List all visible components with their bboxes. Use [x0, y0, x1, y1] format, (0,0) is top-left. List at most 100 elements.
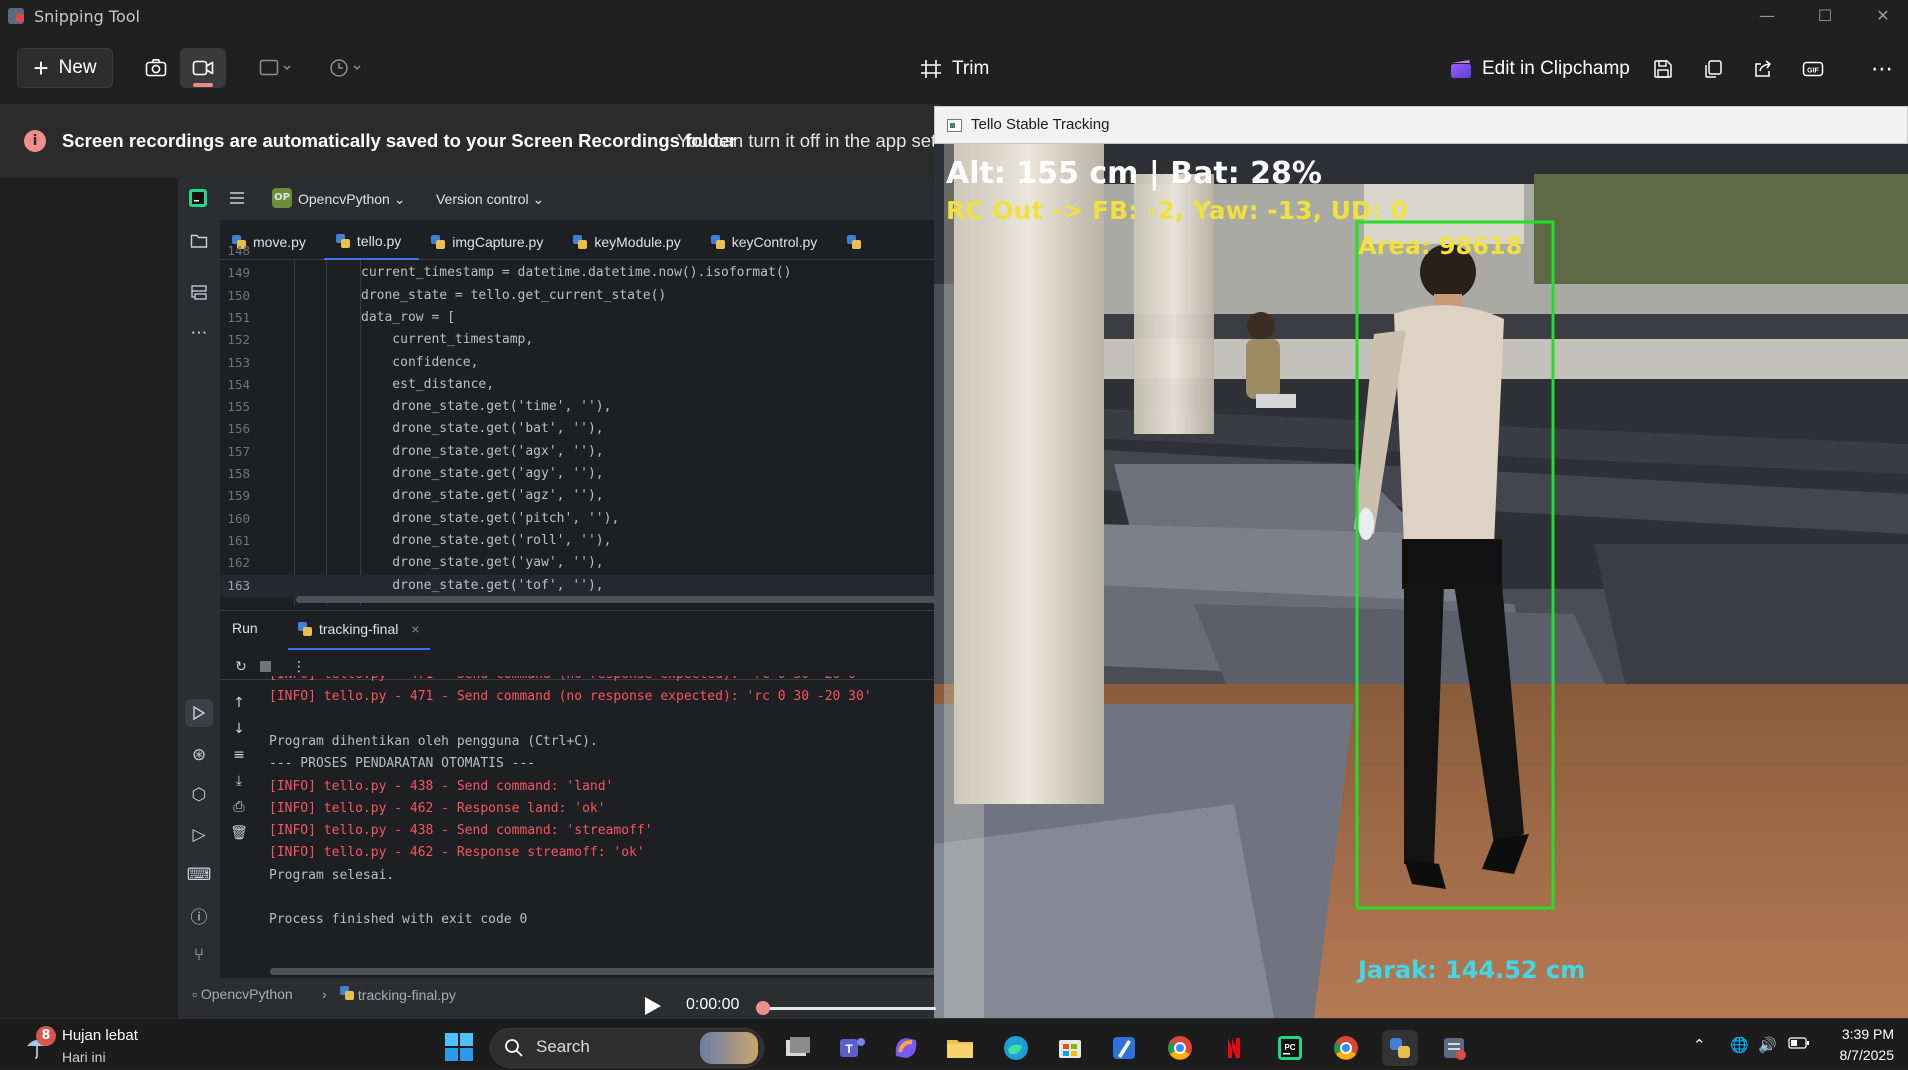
- breadcrumb-file[interactable]: tracking-final.py: [340, 986, 456, 1003]
- git-icon[interactable]: ⑂: [178, 940, 220, 970]
- code-line[interactable]: 159 drone_state.get('agz', ''),: [220, 485, 940, 507]
- maximize-button[interactable]: ☐: [1796, 0, 1854, 34]
- copilot-icon[interactable]: [888, 1030, 924, 1066]
- line-number: 149: [227, 265, 250, 281]
- info-icon: i: [24, 130, 46, 152]
- play-button[interactable]: [640, 994, 664, 1018]
- scroll-up-icon[interactable]: ↑: [226, 692, 252, 714]
- code-line[interactable]: 154 est_distance,: [220, 374, 940, 396]
- taskbar-date[interactable]: 8/7/2025: [1820, 1047, 1895, 1063]
- edge-icon[interactable]: [998, 1030, 1034, 1066]
- code-line[interactable]: 163 drone_state.get('tof', ''),: [220, 574, 940, 597]
- project-folder-icon[interactable]: [178, 226, 220, 256]
- run-console[interactable]: [INFO] tello.py - 471 - Send command (no…: [252, 676, 940, 972]
- code-line[interactable]: 148: [220, 240, 940, 262]
- console-horizontal-scrollbar[interactable]: [270, 968, 940, 975]
- run-config-tab[interactable]: tracking-final ×: [288, 610, 430, 650]
- file-explorer-icon[interactable]: [942, 1030, 978, 1066]
- battery-icon[interactable]: [1788, 1036, 1810, 1054]
- code-line[interactable]: 150 drone_state = tello.get_current_state…: [220, 285, 940, 307]
- trim-button[interactable]: Trim: [920, 50, 989, 88]
- code-line[interactable]: 158 drone_state.get('agy', ''),: [220, 463, 940, 485]
- netflix-icon[interactable]: [1216, 1030, 1252, 1066]
- code-line[interactable]: 160 drone_state.get('pitch', ''),: [220, 508, 940, 530]
- start-button[interactable]: [442, 1030, 476, 1064]
- code-line[interactable]: 161 drone_state.get('roll', ''),: [220, 530, 940, 552]
- breadcrumb-project[interactable]: ▫ OpencvPython: [192, 986, 293, 1002]
- store-icon[interactable]: [1052, 1030, 1088, 1066]
- line-number: 153: [227, 354, 250, 370]
- stop-icon[interactable]: [260, 661, 271, 672]
- new-label: New: [58, 57, 97, 78]
- line-number: 158: [227, 466, 250, 481]
- snipping-tool-taskbar-icon[interactable]: [1436, 1030, 1472, 1066]
- python-packages-icon[interactable]: ⬡: [178, 780, 220, 810]
- show-hidden-icons-icon[interactable]: ⌃: [1693, 1036, 1706, 1054]
- chevron-down-icon: ⌄: [532, 191, 545, 207]
- snip-shape-dropdown[interactable]: [254, 48, 298, 88]
- line-number: 156: [227, 421, 250, 437]
- project-name: OpencvPython: [298, 191, 390, 207]
- teams-icon[interactable]: T: [834, 1030, 870, 1066]
- version-control-selector[interactable]: Version control ⌄: [436, 191, 544, 208]
- network-icon[interactable]: 🌐: [1730, 1036, 1749, 1054]
- copy-button[interactable]: [1693, 50, 1733, 88]
- screenshot-mode-button[interactable]: [136, 48, 176, 88]
- chrome-icon[interactable]: [1162, 1030, 1198, 1066]
- rectangle-snip-icon: [259, 59, 291, 76]
- python-taskbar-icon[interactable]: [1382, 1030, 1418, 1066]
- hud-altitude-battery: Alt: 155 cm | Bat: 28%: [946, 156, 1322, 191]
- main-menu-icon[interactable]: [228, 189, 246, 211]
- seek-bar[interactable]: [756, 1000, 936, 1016]
- problems-icon[interactable]: ⓘ: [178, 900, 220, 930]
- run-tool-icon[interactable]: [178, 698, 220, 728]
- code-line[interactable]: 162 drone_state.get('yaw', ''),: [220, 552, 940, 574]
- info-message-text: You can turn it off in the app sett: [677, 130, 942, 151]
- weather-condition[interactable]: Hujan lebat: [62, 1027, 138, 1044]
- close-button[interactable]: ✕: [1854, 0, 1908, 34]
- services-icon[interactable]: ▷: [178, 820, 220, 850]
- code-line[interactable]: 151 data_row = [: [220, 307, 940, 329]
- minimize-button[interactable]: —: [1738, 0, 1796, 34]
- code-line[interactable]: 155 drone_state.get('time', ''),: [220, 396, 940, 418]
- scroll-to-end-icon[interactable]: ⤓: [226, 770, 252, 792]
- more-icon[interactable]: ⋮: [286, 656, 312, 678]
- code-line[interactable]: 149 current_timestamp = datetime.datetime…: [220, 262, 940, 284]
- code-editor[interactable]: 148 149 current_timestamp = datetime.datet…: [220, 243, 940, 606]
- volume-icon[interactable]: 🔊: [1758, 1036, 1777, 1054]
- seek-track: [762, 1007, 936, 1010]
- soft-wrap-icon[interactable]: ≡: [226, 744, 252, 766]
- drawing-app-icon[interactable]: [1106, 1030, 1142, 1066]
- trash-icon[interactable]: 🗑: [226, 822, 252, 844]
- code-line[interactable]: 152 current_timestamp,: [220, 329, 940, 351]
- line-number: 148: [227, 243, 250, 258]
- project-selector[interactable]: OpencvPython ⌄: [298, 191, 405, 208]
- chrome-profile-icon[interactable]: [1328, 1030, 1364, 1066]
- new-button[interactable]: + New: [17, 48, 113, 88]
- save-button[interactable]: [1643, 50, 1683, 88]
- structure-icon[interactable]: [178, 278, 220, 308]
- more-tools-icon[interactable]: ⋯: [178, 318, 220, 348]
- code-line[interactable]: 157 drone_state.get('agx', ''),: [220, 441, 940, 463]
- delay-timer-dropdown[interactable]: [324, 48, 368, 88]
- record-mode-button[interactable]: [180, 48, 226, 88]
- share-button[interactable]: [1743, 50, 1783, 88]
- editor-horizontal-scrollbar[interactable]: [296, 596, 940, 603]
- scroll-down-icon[interactable]: ↓: [226, 718, 252, 740]
- task-view-icon[interactable]: [778, 1030, 814, 1066]
- close-tab-icon[interactable]: ×: [411, 621, 419, 637]
- terminal-icon[interactable]: ⌨: [178, 860, 220, 890]
- code-line[interactable]: 153 confidence,: [220, 352, 940, 374]
- pycharm-taskbar-icon[interactable]: PC: [1272, 1030, 1308, 1066]
- more-options-button[interactable]: ⋯: [1862, 50, 1902, 88]
- seek-thumb[interactable]: [756, 1001, 770, 1015]
- python-console-icon[interactable]: ⊛: [178, 740, 220, 770]
- gif-button[interactable]: GIF: [1793, 50, 1833, 88]
- print-icon[interactable]: ⎙: [226, 796, 252, 818]
- rerun-icon[interactable]: ↻: [228, 656, 254, 678]
- code-line[interactable]: 156 drone_state.get('bat', ''),: [220, 418, 940, 440]
- taskbar-time[interactable]: 3:39 PM: [1838, 1026, 1894, 1042]
- windows-logo-icon: [445, 1033, 473, 1061]
- snipping-tool-icon: [8, 8, 24, 24]
- edit-in-clipchamp-button[interactable]: Edit in Clipchamp: [1450, 50, 1630, 88]
